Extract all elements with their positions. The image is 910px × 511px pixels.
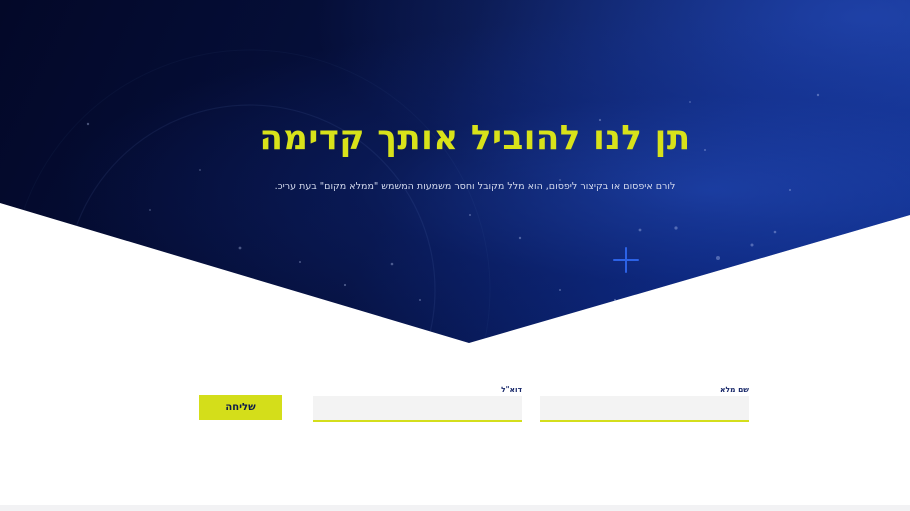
- email-label: דוא"ל: [501, 385, 522, 394]
- email-input[interactable]: [313, 396, 522, 422]
- email-field-group: דוא"ל: [313, 384, 522, 422]
- footer-strip: [0, 505, 910, 511]
- full-name-label: שם מלא: [720, 385, 749, 394]
- hero-subtitle: לורם איפסום או בקיצור ליפסום, הוא מלל מק…: [274, 181, 676, 192]
- submit-button[interactable]: שליחה: [199, 395, 282, 420]
- hero-banner: תן לנו להוביל אותך קדימה לורם איפסום או …: [0, 0, 910, 343]
- plus-icon: [613, 247, 639, 273]
- landing-page: תן לנו להוביל אותך קדימה לורם איפסום או …: [0, 0, 910, 511]
- contact-form: שם מלא דוא"ל שליחה: [0, 384, 910, 424]
- full-name-input[interactable]: [540, 396, 749, 422]
- full-name-field-group: שם מלא: [540, 384, 749, 422]
- page-title: תן לנו להוביל אותך קדימה: [259, 118, 691, 158]
